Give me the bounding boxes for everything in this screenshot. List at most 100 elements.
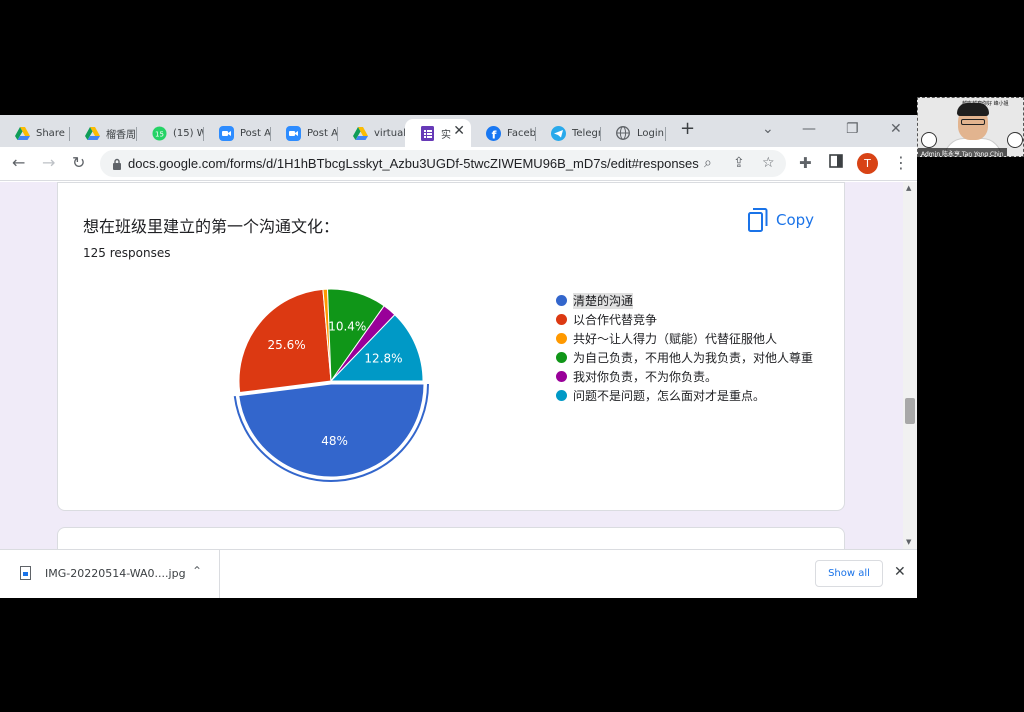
svg-text:15: 15 [155, 130, 164, 138]
tab-search-chevron-icon[interactable]: ⌄ [762, 121, 774, 137]
legend-item[interactable]: 清楚的沟通 [556, 293, 816, 309]
legend-label: 问题不是问题，怎么面对才是重点。 [573, 389, 766, 403]
lock-icon [112, 158, 122, 170]
side-panel-icon[interactable] [829, 153, 843, 173]
legend-swatch [556, 295, 567, 306]
legend-label: 为自己负责，不用他人为我负责，对他人尊重 [573, 351, 814, 365]
facebook-icon: f [485, 125, 501, 141]
legend-item[interactable]: 以合作代替竞争 [556, 312, 816, 328]
tab-label: Post A [307, 127, 338, 139]
page-scrollbar[interactable]: ▲ ▼ [903, 182, 917, 549]
image-file-icon [20, 566, 31, 580]
download-shelf: IMG-20220514-WA0....jpg ⌃ Show all ✕ [0, 549, 917, 598]
forward-arrow-icon[interactable]: → [42, 153, 55, 173]
pie-slice-0[interactable] [238, 383, 425, 478]
close-download-bar-icon[interactable]: ✕ [894, 564, 906, 580]
chart-legend: 清楚的沟通以合作代替竞争共好～让人得力（赋能）代替征服他人为自己负责，不用他人为… [556, 293, 816, 407]
zoom-icon [285, 125, 301, 141]
legend-swatch [556, 314, 567, 325]
question-title: 想在班级里建立的第一个沟通文化： [83, 217, 340, 236]
tab-label: virtual [374, 127, 405, 139]
tab-share[interactable]: Share [0, 119, 70, 147]
legend-label: 清楚的沟通 [573, 293, 634, 309]
webcam-person-hair [957, 103, 989, 116]
scrollbar-thumb[interactable] [905, 398, 915, 424]
webcam-overlay: 越吃越瘦你好 峰小姐 Admin 陈永亨 Tan Yong Chin [917, 97, 1024, 157]
zoom-icon [218, 125, 234, 141]
legend-swatch [556, 333, 567, 344]
telegram-icon [550, 125, 566, 141]
minimize-icon[interactable]: — [802, 121, 816, 137]
profile-avatar[interactable]: T [857, 153, 878, 174]
pie-slice-label: 12.8% [364, 352, 402, 366]
scroll-down-icon[interactable]: ▼ [906, 538, 911, 546]
share-icon[interactable]: ⇪ [733, 155, 745, 171]
legend-label: 以合作代替竞争 [573, 313, 658, 327]
legend-swatch [556, 390, 567, 401]
legend-label: 共好～让人得力（赋能）代替征服他人 [573, 332, 778, 346]
legend-swatch [556, 352, 567, 363]
tab-whatsapp[interactable]: 15 (15) W [137, 119, 204, 147]
browser-window: Share 榴香周 15 (15) W Post A Post A virtua… [0, 115, 917, 598]
globe-icon [615, 125, 631, 141]
webcam-person-glasses [961, 119, 985, 125]
tab-label: (15) W [173, 127, 204, 139]
back-arrow-icon[interactable]: ← [12, 153, 25, 173]
responses-pie-chart: 48% 25.6% 10.4% 12.8% [233, 288, 429, 482]
zoom-magnifier-icon[interactable]: ⌕ [704, 155, 712, 171]
pie-slice-label: 10.4% [328, 319, 366, 333]
tab-label: Faceb [507, 127, 536, 139]
show-all-button[interactable]: Show all [815, 560, 883, 587]
new-tab-button[interactable]: + [680, 118, 695, 139]
browser-toolbar: ← → ↻ docs.google.com/forms/d/1H1hBTbcgL… [0, 147, 917, 181]
mascot-right-icon [1007, 132, 1023, 148]
question-summary-card: 想在班级里建立的第一个沟通文化： 125 responses Copy 48% 2… [57, 182, 845, 511]
legend-item[interactable]: 共好～让人得力（赋能）代替征服他人 [556, 331, 816, 347]
tab-label: Share [36, 127, 65, 139]
tab-label: Post A [240, 127, 271, 139]
copy-icon [748, 208, 768, 232]
chevron-up-icon[interactable]: ⌃ [192, 564, 202, 578]
google-drive-icon [84, 125, 100, 141]
close-window-icon[interactable]: ✕ [890, 121, 902, 137]
tab-login[interactable]: Login [601, 119, 666, 147]
close-tab-icon[interactable]: ✕ [453, 123, 465, 139]
copy-chart-button[interactable]: Copy [748, 208, 814, 232]
legend-item[interactable]: 我对你负责，不为你负责。 [556, 369, 816, 385]
scroll-up-icon[interactable]: ▲ [906, 184, 911, 192]
tab-strip: Share 榴香周 15 (15) W Post A Post A virtua… [0, 115, 917, 147]
tab-label: 榴香周 [106, 129, 136, 141]
tab-google-forms[interactable]: 实 ✕ [405, 119, 471, 147]
google-drive-icon [14, 125, 30, 141]
url-text: docs.google.com/forms/d/1H1hBTbcgLsskyt_… [128, 156, 699, 171]
menu-kebab-icon[interactable]: ⋮ [893, 153, 909, 173]
tab-durian[interactable]: 榴香周 [70, 119, 137, 147]
legend-swatch [556, 371, 567, 382]
tab-label: Login [637, 127, 664, 139]
form-responses-page: 想在班级里建立的第一个沟通文化： 125 responses Copy 48% 2… [0, 182, 903, 549]
pie-slice-label: 25.6% [268, 338, 306, 352]
pie-slice-label: 48% [321, 434, 348, 448]
legend-label: 我对你负责，不为你负责。 [573, 370, 718, 384]
legend-item[interactable]: 为自己负责，不用他人为我负责，对他人尊重 [556, 350, 816, 366]
next-question-card [57, 527, 845, 549]
extensions-puzzle-icon[interactable]: ✚ [799, 153, 812, 173]
google-forms-icon [419, 125, 435, 141]
legend-item[interactable]: 问题不是问题，怎么面对才是重点。 [556, 388, 816, 404]
mascot-left-icon [921, 132, 937, 148]
whatsapp-icon: 15 [151, 125, 167, 141]
download-item[interactable]: IMG-20220514-WA0....jpg ⌃ [0, 550, 220, 598]
tab-zoom-1[interactable]: Post A [204, 119, 271, 147]
address-bar[interactable]: docs.google.com/forms/d/1H1hBTbcgLsskyt_… [100, 150, 786, 177]
tab-label: 实 [441, 129, 451, 141]
tab-virtual[interactable]: virtual [338, 119, 405, 147]
tab-facebook[interactable]: f Faceb [471, 119, 536, 147]
reload-icon[interactable]: ↻ [72, 153, 85, 173]
tab-telegram[interactable]: Telegr [536, 119, 601, 147]
participant-name-label: Admin 陈永亨 Tan Yong Chin [918, 148, 1007, 156]
tab-zoom-2[interactable]: Post A [271, 119, 338, 147]
svg-text:f: f [491, 128, 496, 141]
bookmark-star-icon[interactable]: ☆ [762, 155, 775, 171]
response-count: 125 responses [83, 246, 171, 260]
restore-icon[interactable]: ❐ [846, 121, 859, 137]
